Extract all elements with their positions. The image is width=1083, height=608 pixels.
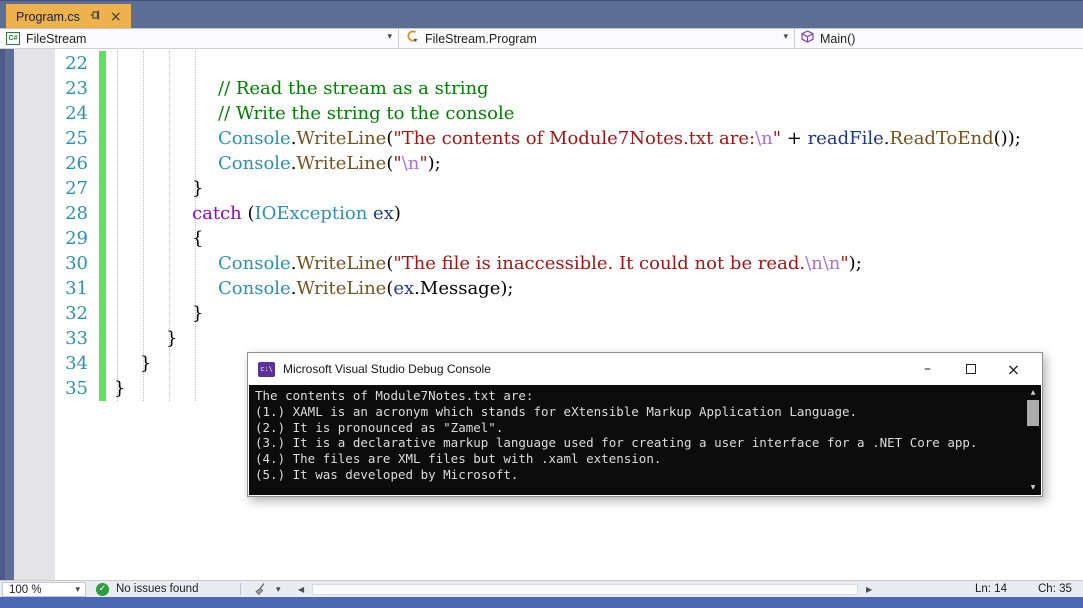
code-text: catch (IOException ex) [192, 203, 401, 224]
close-button[interactable]: × [992, 353, 1035, 385]
chevron-down-icon[interactable]: ▾ [276, 585, 281, 595]
scroll-down-icon[interactable]: ▼ [1025, 481, 1041, 494]
line-number: 30 [65, 253, 88, 274]
debug-console-window[interactable]: c:\ Microsoft Visual Studio Debug Consol… [247, 352, 1043, 497]
broom-icon [255, 583, 265, 596]
issues-status[interactable]: No issues found [116, 583, 198, 595]
code-line[interactable]: 30 Console.WriteLine("The file is inacces… [0, 251, 1083, 276]
member-dropdown-label: Main() [820, 31, 856, 46]
chevron-down-icon: ▾ [783, 32, 788, 42]
line-number: 33 [65, 328, 88, 349]
editor-status-row: 100 % ▾ ✓ No issues found ▾ ◀ ▶ Ln: 14 C… [0, 580, 1083, 597]
method-icon [801, 29, 814, 48]
console-output-line: (1.) XAML is an acronym which stands for… [255, 403, 858, 419]
pin-icon[interactable] [89, 8, 101, 26]
type-dropdown-label: FileStream.Program [425, 31, 537, 46]
console-output-line: (2.) It is pronounced as "Zamel". [255, 419, 504, 435]
code-text: // Read the stream as a string [218, 78, 489, 99]
scroll-up-icon[interactable]: ▲ [1025, 386, 1041, 399]
window-controls: – × [906, 353, 1035, 385]
console-title-bar[interactable]: c:\ Microsoft Visual Studio Debug Consol… [249, 353, 1041, 385]
project-dropdown[interactable]: C# FileStream ▾ [0, 29, 399, 48]
console-output: The contents of Module7Notes.txt are: (1.… [249, 385, 1041, 483]
code-line[interactable]: 27} [0, 176, 1083, 201]
code-text: } [192, 178, 204, 199]
code-line[interactable]: 31 Console.WriteLine(ex.Message); [0, 276, 1083, 301]
code-line[interactable]: 24 // Write the string to the console [0, 101, 1083, 126]
maximize-button[interactable] [949, 353, 992, 385]
line-number: 34 [65, 353, 88, 374]
code-line[interactable]: 25 Console.WriteLine("The contents of Mod… [0, 126, 1083, 151]
code-text: } [192, 303, 204, 324]
class-icon [405, 29, 419, 48]
line-number: 31 [65, 278, 88, 299]
line-number: 28 [65, 203, 88, 224]
code-text: // Write the string to the console [218, 103, 515, 124]
line-indicator: Ln: 14 [975, 583, 1007, 595]
scroll-left-icon[interactable]: ◀ [298, 585, 304, 594]
code-line[interactable]: 28 catch (IOException ex) [0, 201, 1083, 226]
maximize-icon [965, 364, 976, 374]
console-output-line: (4.) The files are XML files but with .x… [255, 451, 662, 467]
console-output-line: (3.) It is a declarative markup language… [255, 435, 978, 451]
scroll-right-icon[interactable]: ▶ [866, 585, 872, 594]
console-scrollbar[interactable]: ▲ ▼ [1025, 385, 1041, 495]
console-output-area: The contents of Module7Notes.txt are: (1.… [249, 385, 1041, 495]
line-number: 27 [65, 178, 88, 199]
code-text: Console.WriteLine(ex.Message); [218, 278, 514, 299]
scrollbar-thumb[interactable] [1027, 400, 1039, 426]
member-dropdown[interactable]: Main() [795, 29, 1083, 48]
code-text: } [114, 378, 126, 399]
code-text: Console.WriteLine("\n"); [218, 153, 441, 174]
code-line[interactable]: 22 [0, 51, 1083, 76]
horizontal-scrollbar[interactable] [312, 584, 858, 595]
code-line[interactable]: 32} [0, 301, 1083, 326]
column-indicator: Ch: 35 [1038, 583, 1072, 595]
close-icon[interactable]: × [110, 10, 122, 24]
console-window-title: Microsoft Visual Studio Debug Console [283, 362, 491, 376]
line-number: 29 [65, 228, 88, 249]
csharp-icon: C# [6, 32, 20, 45]
project-dropdown-label: FileStream [26, 31, 87, 46]
type-dropdown[interactable]: FileStream.Program ▾ [399, 29, 795, 48]
code-editor[interactable]: 22 23 // Read the stream as a string 24 // W… [0, 49, 1083, 580]
line-number: 23 [65, 78, 88, 99]
code-text: Console.WriteLine("The file is inaccessi… [218, 253, 862, 274]
minimize-button[interactable]: – [906, 353, 949, 385]
document-tab-strip: Program.cs × [0, 0, 1083, 29]
code-line[interactable]: 23 // Read the stream as a string [0, 76, 1083, 101]
code-line[interactable]: 26 Console.WriteLine("\n"); [0, 151, 1083, 176]
code-line[interactable]: 33} [0, 326, 1083, 351]
chevron-down-icon: ▾ [75, 585, 80, 595]
zoom-level-value: 100 % [9, 584, 42, 596]
divider [240, 583, 241, 595]
navigation-bar: C# FileStream ▾ FileStream.Program ▾ Mai… [0, 28, 1083, 49]
issues-check-icon: ✓ [96, 583, 109, 596]
line-number: 22 [65, 53, 88, 74]
console-output-line: (5.) It was developed by Microsoft. [255, 466, 519, 482]
code-line[interactable]: 29 { [0, 226, 1083, 251]
line-number: 24 [65, 103, 88, 124]
code-text: Console.WriteLine("The contents of Modul… [218, 128, 1021, 149]
chevron-down-icon: ▾ [387, 32, 392, 42]
tab-title: Program.cs [16, 9, 80, 24]
status-bar-strip [0, 597, 1083, 608]
code-text: } [140, 353, 152, 374]
line-number: 25 [65, 128, 88, 149]
console-app-icon: c:\ [258, 361, 275, 377]
code-text: { [192, 228, 204, 249]
tab-program-cs[interactable]: Program.cs × [6, 4, 131, 29]
line-number: 32 [65, 303, 88, 324]
line-number: 26 [65, 153, 88, 174]
zoom-level-combo[interactable]: 100 % ▾ [2, 582, 86, 597]
visual-studio-window: Program.cs × C# FileStream ▾ FileStream.… [0, 0, 1083, 608]
console-output-line: The contents of Module7Notes.txt are: [255, 388, 534, 403]
code-text: } [166, 328, 178, 349]
line-number: 35 [65, 378, 88, 399]
